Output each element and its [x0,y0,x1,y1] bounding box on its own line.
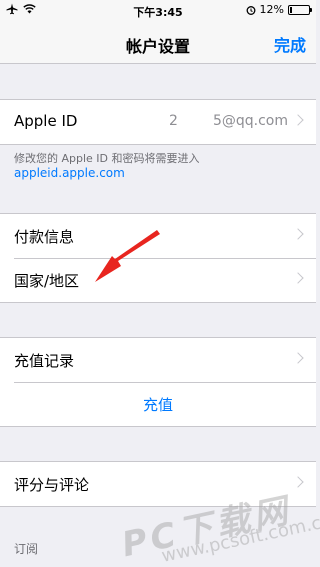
red-arrow-annotation [95,230,160,282]
